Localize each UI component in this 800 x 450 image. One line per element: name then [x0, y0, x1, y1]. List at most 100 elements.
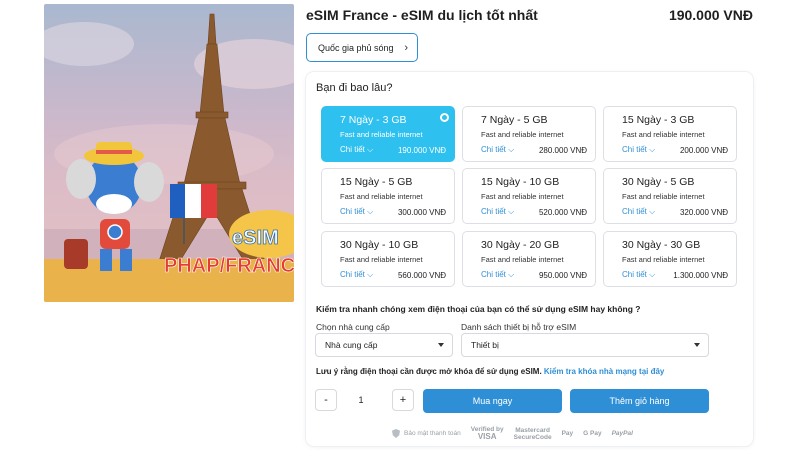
chevron-down-icon: ⌵ — [367, 145, 374, 154]
plan-detail-link[interactable]: Chi tiết ⌵ — [340, 207, 373, 217]
compat-question: Kiểm tra nhanh chóng xem điện thoại của … — [316, 304, 641, 314]
plan-detail-link[interactable]: Chi tiết ⌵ — [340, 270, 373, 280]
verified-by-visa-logo: Verified by VISA — [471, 426, 504, 441]
plan-detail-link[interactable]: Chi tiết ⌵ — [340, 145, 373, 155]
plan-name: 15 Ngày - 5 GB — [340, 176, 413, 188]
selected-radio-icon — [440, 113, 449, 122]
chevron-down-icon: ⌵ — [367, 207, 374, 216]
plan-footer: Chi tiết ⌵ 190.000 VNĐ — [340, 145, 446, 155]
chevron-down-icon: ⌵ — [367, 270, 374, 279]
plan-name: 7 Ngày - 5 GB — [481, 114, 548, 126]
plan-detail-label: Chi tiết — [340, 145, 365, 154]
secure-payment: Bảo mật thanh toán — [392, 429, 461, 438]
plan-description: Fast and reliable internet — [481, 255, 564, 264]
chevron-down-icon: ⌵ — [508, 270, 515, 279]
plan-footer: Chi tiết ⌵ 520.000 VNĐ — [481, 207, 587, 217]
plan-detail-link[interactable]: Chi tiết ⌵ — [481, 207, 514, 217]
plan-price: 560.000 VNĐ — [397, 270, 446, 280]
image-country-label: PHAP/FRANCE — [164, 255, 294, 277]
plan-card[interactable]: 15 Ngày - 10 GB Fast and reliable interne… — [462, 168, 596, 224]
plan-footer: Chi tiết ⌵ 280.000 VNĐ — [481, 145, 587, 155]
esim-logo-text: eSIM — [232, 227, 279, 249]
eiffel-tower-illustration: eSIM PHAP/FRANCE — [44, 13, 294, 302]
quantity-increase-button[interactable]: + — [392, 389, 414, 411]
plan-card[interactable]: 7 Ngày - 5 GB Fast and reliable internet C… — [462, 106, 596, 162]
device-label: Danh sách thiết bị hỗ trợ eSIM — [461, 322, 577, 332]
plan-detail-label: Chi tiết — [622, 145, 647, 154]
plan-price: 200.000 VNĐ — [679, 145, 728, 155]
plan-card[interactable]: 30 Ngày - 10 GB Fast and reliable interne… — [321, 231, 455, 287]
plan-price: 520.000 VNĐ — [538, 207, 587, 217]
chevron-down-icon: ⌵ — [508, 207, 515, 216]
mastercard-top-text: Mastercard — [515, 426, 550, 434]
paypal-logo: PayPal — [611, 430, 633, 437]
plan-card[interactable]: 30 Ngày - 5 GB Fast and reliable internet… — [603, 168, 737, 224]
plan-detail-label: Chi tiết — [622, 207, 647, 216]
carrier-select-value: Nhà cung cấp — [325, 340, 378, 350]
plan-panel: Bạn đi bao lâu? 7 Ngày - 3 GB Fast and re… — [306, 72, 753, 446]
plan-description: Fast and reliable internet — [340, 192, 423, 201]
quantity-value[interactable]: 1 — [346, 389, 376, 411]
plan-card[interactable]: 30 Ngày - 30 GB Fast and reliable interne… — [603, 231, 737, 287]
plan-footer: Chi tiết ⌵ 320.000 VNĐ — [622, 207, 728, 217]
plan-description: Fast and reliable internet — [340, 130, 423, 139]
quantity-decrease-button[interactable]: - — [315, 389, 337, 411]
plan-footer: Chi tiết ⌵ 1.300.000 VNĐ — [622, 270, 728, 280]
mastercard-securecode-logo: Mastercard SecureCode — [514, 427, 552, 441]
apple-pay-text: Pay — [561, 430, 574, 437]
google-pay-logo: G Pay — [583, 430, 602, 437]
product-price: 190.000 VNĐ — [668, 7, 753, 23]
caret-down-icon — [694, 343, 700, 347]
carrier-lock-check-link[interactable]: Kiểm tra khóa nhà mạng tại đây — [544, 367, 664, 376]
plan-detail-label: Chi tiết — [481, 207, 506, 216]
plan-price: 280.000 VNĐ — [538, 145, 587, 155]
duration-question: Bạn đi bao lâu? — [316, 82, 393, 94]
plan-detail-label: Chi tiết — [340, 207, 365, 216]
plan-description: Fast and reliable internet — [481, 192, 564, 201]
plan-card[interactable]: 7 Ngày - 3 GB Fast and reliable internet C… — [321, 106, 455, 162]
plan-card[interactable]: 30 Ngày - 20 GB Fast and reliable interne… — [462, 231, 596, 287]
plan-detail-label: Chi tiết — [481, 145, 506, 154]
plan-detail-link[interactable]: Chi tiết ⌵ — [481, 270, 514, 280]
plan-footer: Chi tiết ⌵ 200.000 VNĐ — [622, 145, 728, 155]
plan-description: Fast and reliable internet — [481, 130, 564, 139]
plan-description: Fast and reliable internet — [340, 255, 423, 264]
plan-description: Fast and reliable internet — [622, 130, 705, 139]
plan-name: 15 Ngày - 3 GB — [622, 114, 695, 126]
secure-payment-label: Bảo mật thanh toán — [404, 430, 461, 437]
plan-card[interactable]: 15 Ngày - 3 GB Fast and reliable internet… — [603, 106, 737, 162]
plan-name: 30 Ngày - 20 GB — [481, 239, 560, 251]
unlock-note-text: Lưu ý rằng điện thoại cần được mở khóa đ… — [316, 367, 542, 376]
device-select[interactable]: Thiết bị — [461, 333, 709, 357]
visa-bottom-text: VISA — [477, 432, 497, 441]
device-select-value: Thiết bị — [471, 340, 499, 350]
carrier-select[interactable]: Nhà cung cấp — [315, 333, 453, 357]
mastercard-bottom-text: SecureCode — [513, 433, 552, 441]
plan-detail-link[interactable]: Chi tiết ⌵ — [622, 145, 655, 155]
chevron-down-icon: ⌵ — [649, 207, 656, 216]
plan-detail-link[interactable]: Chi tiết ⌵ — [481, 145, 514, 155]
caret-down-icon — [438, 343, 444, 347]
plan-description: Fast and reliable internet — [622, 255, 705, 264]
payment-methods: Bảo mật thanh toán Verified by VISA Mast… — [392, 426, 633, 441]
plan-detail-link[interactable]: Chi tiết ⌵ — [622, 207, 655, 217]
coverage-countries-button[interactable]: Quốc gia phủ sóng › — [306, 33, 418, 62]
plan-name: 30 Ngày - 10 GB — [340, 239, 419, 251]
plan-detail-link[interactable]: Chi tiết ⌵ — [622, 270, 655, 280]
plan-price: 300.000 VNĐ — [397, 207, 446, 217]
unlock-note: Lưu ý rằng điện thoại cần được mở khóa đ… — [316, 367, 664, 376]
plan-name: 30 Ngày - 5 GB — [622, 176, 695, 188]
coverage-button-label: Quốc gia phủ sóng — [318, 42, 394, 53]
carrier-label: Chọn nhà cung cấp — [316, 322, 390, 332]
buy-now-button[interactable]: Mua ngay — [423, 389, 562, 413]
plan-name: 15 Ngày - 10 GB — [481, 176, 560, 188]
plan-name: 7 Ngày - 3 GB — [340, 114, 407, 126]
add-to-cart-button[interactable]: Thêm giỏ hàng — [570, 389, 709, 413]
plan-price: 320.000 VNĐ — [679, 207, 728, 217]
plan-footer: Chi tiết ⌵ 560.000 VNĐ — [340, 270, 446, 280]
plan-card[interactable]: 15 Ngày - 5 GB Fast and reliable internet… — [321, 168, 455, 224]
product-title: eSIM France - eSIM du lịch tốt nhất — [306, 7, 538, 23]
plan-footer: Chi tiết ⌵ 300.000 VNĐ — [340, 207, 446, 217]
chevron-down-icon: ⌵ — [649, 145, 656, 154]
chevron-down-icon: ⌵ — [649, 270, 656, 279]
